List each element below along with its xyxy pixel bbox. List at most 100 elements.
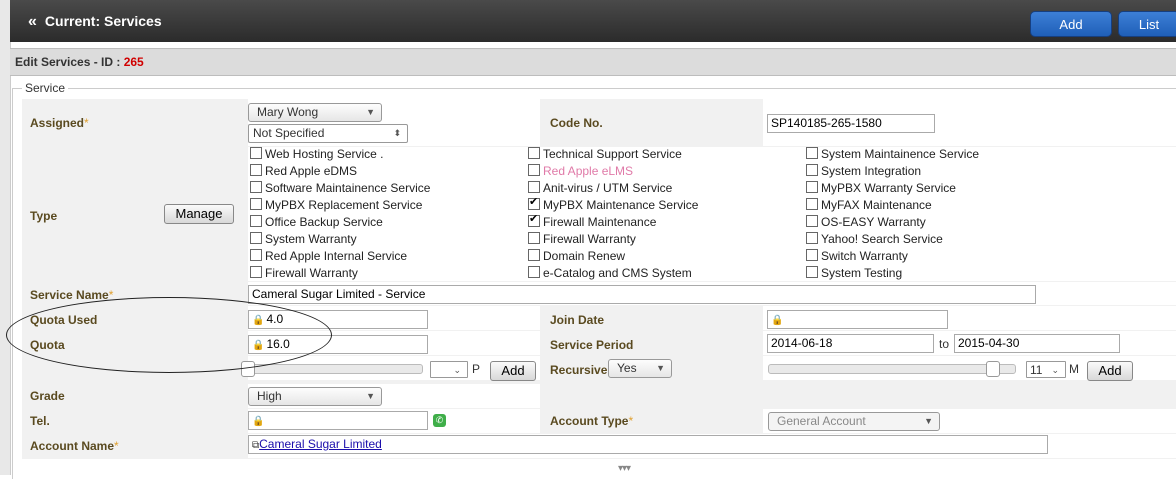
type-checkbox-item[interactable]: Office Backup Service [250, 215, 383, 229]
service-period-to-field[interactable]: 2015-04-30 [954, 334, 1120, 353]
type-checkbox-item[interactable]: MyFAX Maintenance [806, 198, 932, 212]
checkbox[interactable] [806, 266, 818, 278]
checkbox[interactable] [528, 212, 540, 227]
checkbox[interactable] [806, 215, 818, 227]
type-checkbox-item[interactable]: Firewall Warranty [250, 266, 358, 280]
grade-select[interactable]: High ▼ [248, 387, 382, 406]
account-type-select[interactable]: General Account ▼ [768, 412, 940, 431]
checkbox[interactable] [528, 266, 540, 278]
checkbox[interactable] [250, 215, 262, 227]
assigned-specified-select[interactable]: Not Specified ⬍ [248, 124, 408, 143]
dropdown-arrow-icon: ▼ [656, 363, 665, 373]
checkbox[interactable] [250, 181, 262, 193]
checkbox[interactable] [806, 181, 818, 193]
checkbox-label: Anit-virus / UTM Service [543, 181, 673, 195]
type-checkbox-item[interactable]: MyPBX Maintenance Service [528, 195, 698, 212]
checkbox[interactable] [806, 147, 818, 159]
checkbox-label: System Testing [821, 266, 903, 280]
phone-icon[interactable]: ✆ [433, 414, 446, 427]
updown-arrow-icon: ⬍ [393, 128, 401, 138]
expand-more-icon[interactable]: ▾▾▾ [618, 463, 631, 474]
subheader-prefix: Edit Services - ID : [15, 55, 124, 69]
checkbox-label: Office Backup Service [265, 215, 383, 229]
checkbox[interactable] [250, 266, 262, 278]
chevron-down-icon: ⌄ [453, 365, 461, 375]
checkbox-label: MyFAX Maintenance [821, 198, 932, 212]
type-checkbox-item[interactable]: MyPBX Warranty Service [806, 181, 956, 195]
recursive-slider[interactable] [768, 364, 1016, 374]
type-checkbox-item[interactable]: MyPBX Replacement Service [250, 198, 422, 212]
double-chevron-left-icon[interactable]: « [28, 13, 37, 30]
checkbox[interactable] [528, 232, 540, 244]
checkbox[interactable] [806, 249, 818, 261]
list-button[interactable]: List [1118, 11, 1176, 37]
checkbox-label: MyPBX Warranty Service [821, 181, 956, 195]
tel-field[interactable]: 🔒 [248, 411, 428, 430]
assigned-label: Assigned* [30, 116, 89, 130]
checkbox[interactable] [806, 164, 818, 176]
checkbox-label: OS-EASY Warranty [821, 215, 926, 229]
assigned-user-select[interactable]: Mary Wong ▼ [248, 103, 382, 122]
checkbox[interactable] [528, 249, 540, 261]
lock-icon: 🔒 [771, 315, 784, 326]
type-checkbox-item[interactable]: Red Apple eDMS [250, 164, 357, 178]
type-checkbox-item[interactable]: Red Apple eLMS [528, 164, 633, 178]
service-period-from-field[interactable]: 2014-06-18 [767, 334, 934, 353]
checkbox[interactable] [806, 198, 818, 210]
checkbox-label: MyPBX Replacement Service [265, 198, 423, 212]
type-checkbox-item[interactable]: Firewall Maintenance [528, 212, 656, 229]
checkbox[interactable] [250, 249, 262, 261]
recursive-select[interactable]: Yes ▼ [608, 359, 672, 378]
quota-unit-select[interactable]: ⌄ [430, 361, 468, 378]
checkbox-label: Web Hosting Service . [265, 147, 384, 161]
months-unit-label: M [1069, 362, 1079, 376]
tel-label: Tel. [30, 414, 50, 428]
checkbox-label: Technical Support Service [543, 147, 682, 161]
type-checkbox-item[interactable]: Firewall Warranty [528, 232, 636, 246]
type-checkbox-item[interactable]: Yahoo! Search Service [806, 232, 943, 246]
quota-slider[interactable] [248, 364, 423, 374]
type-checkbox-item[interactable]: Software Maintainence Service [250, 181, 430, 195]
account-name-link[interactable]: Cameral Sugar Limited [259, 437, 382, 451]
months-select[interactable]: 11 ⌄ [1026, 361, 1066, 378]
checkbox[interactable] [250, 164, 262, 176]
type-checkbox-item[interactable]: Red Apple Internal Service [250, 249, 407, 263]
checkbox[interactable] [250, 232, 262, 244]
checkbox[interactable] [806, 232, 818, 244]
quota-add-button[interactable]: Add [490, 361, 536, 381]
type-checkbox-item[interactable]: Domain Renew [528, 249, 625, 263]
grade-label: Grade [30, 389, 65, 403]
service-name-field[interactable]: Cameral Sugar Limited - Service [248, 285, 1036, 304]
join-date-field[interactable]: 🔒 [767, 310, 948, 329]
type-checkbox-item[interactable]: e-Catalog and CMS System [528, 266, 692, 280]
manage-button[interactable]: Manage [164, 204, 234, 224]
type-checkbox-item[interactable]: Anit-virus / UTM Service [528, 181, 672, 195]
code-no-field[interactable]: SP140185-265-1580 [767, 114, 935, 133]
type-checkbox-item[interactable]: System Testing [806, 266, 902, 280]
type-checkbox-item[interactable]: System Maintainence Service [806, 147, 979, 161]
checkbox[interactable] [528, 181, 540, 193]
checkbox-label: e-Catalog and CMS System [543, 266, 692, 280]
type-checkbox-item[interactable]: Switch Warranty [806, 249, 908, 263]
checkbox[interactable] [528, 147, 540, 159]
checkbox[interactable] [528, 195, 540, 210]
dropdown-arrow-icon: ▼ [366, 107, 375, 117]
account-name-field[interactable]: ⧉Cameral Sugar Limited [248, 435, 1048, 454]
type-checkbox-item[interactable]: Web Hosting Service . [250, 147, 384, 161]
add-button[interactable]: Add [1030, 11, 1112, 37]
type-checkbox-item[interactable]: System Warranty [250, 232, 357, 246]
type-checkbox-item[interactable]: OS-EASY Warranty [806, 215, 926, 229]
recursive-add-button[interactable]: Add [1087, 361, 1133, 381]
checkbox[interactable] [528, 164, 540, 176]
recursive-slider-handle[interactable] [986, 361, 1000, 377]
checkbox-label: Firewall Warranty [543, 232, 636, 246]
checkbox[interactable] [250, 147, 262, 159]
checkbox-label: System Warranty [265, 232, 357, 246]
type-checkbox-item[interactable]: Technical Support Service [528, 147, 682, 161]
checkbox-label: Software Maintainence Service [265, 181, 431, 195]
checkbox-label: Red Apple eLMS [543, 164, 634, 178]
type-label: Type [30, 209, 58, 223]
checkbox[interactable] [250, 198, 262, 210]
page-title: «Current: Services [28, 13, 162, 30]
type-checkbox-item[interactable]: System Integration [806, 164, 921, 178]
